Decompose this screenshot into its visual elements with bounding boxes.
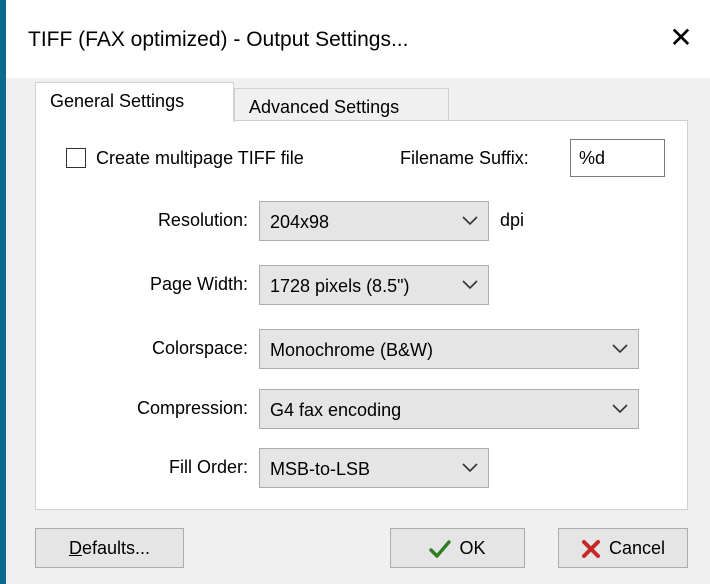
fill-order-select[interactable]: MSB-to-LSB: [259, 448, 489, 488]
chevron-down-icon: [462, 216, 478, 226]
defaults-label: efaults...: [81, 538, 151, 558]
close-icon[interactable]: ✕: [666, 22, 696, 54]
page-width-select[interactable]: 1728 pixels (8.5"): [259, 265, 489, 305]
filename-suffix-input[interactable]: %d: [570, 139, 665, 177]
ok-button[interactable]: OK: [390, 528, 525, 568]
colorspace-select[interactable]: Monochrome (B&W): [259, 329, 639, 369]
compression-label: Compression:: [136, 398, 248, 418]
compression-select[interactable]: G4 fax encoding: [259, 389, 639, 429]
window-title: TIFF (FAX optimized) - Output Settings..…: [28, 28, 409, 51]
ok-label: OK: [459, 538, 486, 558]
multipage-checkbox[interactable]: [66, 148, 86, 168]
window-border: [0, 0, 6, 584]
cancel-label: Cancel: [608, 538, 666, 558]
defaults-mnemonic: D: [68, 538, 82, 558]
compression-value: G4 fax encoding: [270, 400, 402, 420]
chevron-down-icon: [462, 280, 478, 290]
chevron-down-icon: [612, 404, 628, 414]
resolution-unit: dpi: [500, 210, 525, 230]
colorspace-value: Monochrome (B&W): [270, 340, 434, 360]
chevron-down-icon: [612, 344, 628, 354]
resolution-label: Resolution:: [157, 210, 248, 230]
filename-suffix-label: Filename Suffix:: [400, 148, 529, 168]
colorspace-label: Colorspace:: [151, 338, 248, 358]
resolution-select[interactable]: 204x98: [259, 201, 489, 241]
resolution-value: 204x98: [270, 212, 330, 232]
tab-advanced-settings[interactable]: Advanced Settings: [234, 88, 449, 124]
multipage-label: Create multipage TIFF file: [96, 148, 304, 168]
title-bar: TIFF (FAX optimized) - Output Settings..…: [6, 0, 710, 78]
cross-icon: [581, 540, 600, 559]
defaults-button[interactable]: Defaults...: [35, 528, 184, 568]
page-width-value: 1728 pixels (8.5"): [270, 276, 410, 296]
fill-order-value: MSB-to-LSB: [270, 459, 371, 479]
page-width-label: Page Width:: [149, 274, 248, 294]
chevron-down-icon: [462, 463, 478, 473]
fill-order-label: Fill Order:: [168, 457, 248, 477]
tab-general-settings[interactable]: General Settings: [35, 82, 234, 122]
checkmark-icon: [429, 540, 452, 558]
cancel-button[interactable]: Cancel: [558, 528, 688, 568]
